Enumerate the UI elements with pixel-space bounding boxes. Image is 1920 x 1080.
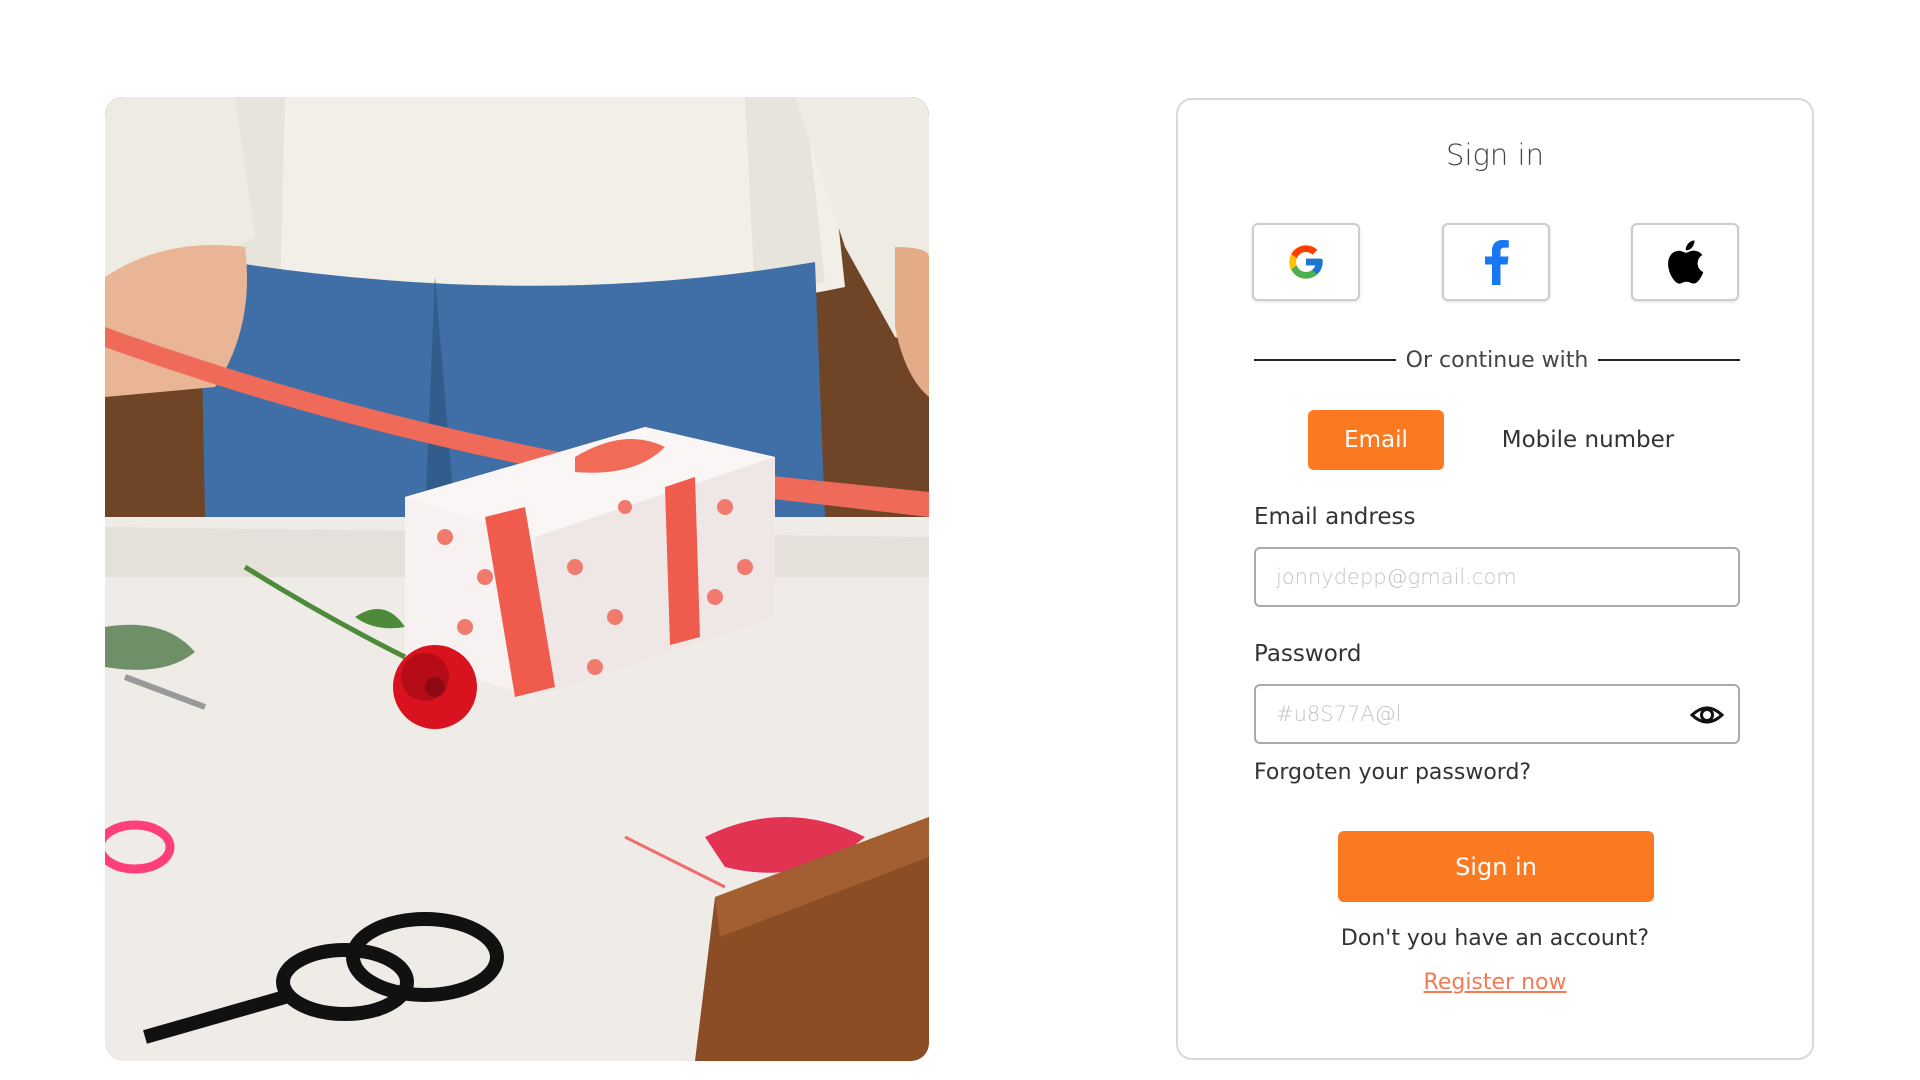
email-field[interactable] bbox=[1256, 549, 1738, 605]
forgot-password-link[interactable]: Forgoten your password? bbox=[1254, 760, 1531, 785]
divider-line-left bbox=[1254, 359, 1396, 361]
register-now-link[interactable]: Register now bbox=[1178, 970, 1812, 995]
apple-signin-button[interactable] bbox=[1631, 223, 1739, 301]
email-label: Email andress bbox=[1254, 504, 1416, 530]
signin-card: Sign in Or continue with Email Mobile nu… bbox=[1176, 98, 1814, 1060]
apple-icon bbox=[1668, 240, 1704, 284]
password-label: Password bbox=[1254, 641, 1362, 667]
email-field-wrapper bbox=[1254, 547, 1740, 607]
facebook-icon bbox=[1485, 240, 1509, 285]
password-field[interactable] bbox=[1256, 686, 1738, 742]
signin-title: Sign in bbox=[1446, 138, 1544, 172]
signin-button[interactable]: Sign in bbox=[1338, 831, 1654, 902]
or-continue-divider: Or continue with bbox=[1254, 340, 1740, 380]
tab-mobile-number[interactable]: Mobile number bbox=[1478, 410, 1698, 470]
tab-email[interactable]: Email bbox=[1308, 410, 1444, 470]
google-signin-button[interactable] bbox=[1252, 223, 1360, 301]
divider-text: Or continue with bbox=[1405, 347, 1589, 373]
facebook-signin-button[interactable] bbox=[1442, 223, 1550, 301]
no-account-text: Don't you have an account? bbox=[1340, 926, 1650, 951]
page: Sign in Or continue with Email Mobile nu… bbox=[0, 0, 1920, 1080]
google-icon bbox=[1289, 245, 1323, 279]
password-field-wrapper bbox=[1254, 684, 1740, 744]
show-password-eye-icon[interactable] bbox=[1690, 701, 1724, 729]
divider-line-right bbox=[1598, 359, 1740, 361]
hero-photo bbox=[105, 97, 929, 1061]
